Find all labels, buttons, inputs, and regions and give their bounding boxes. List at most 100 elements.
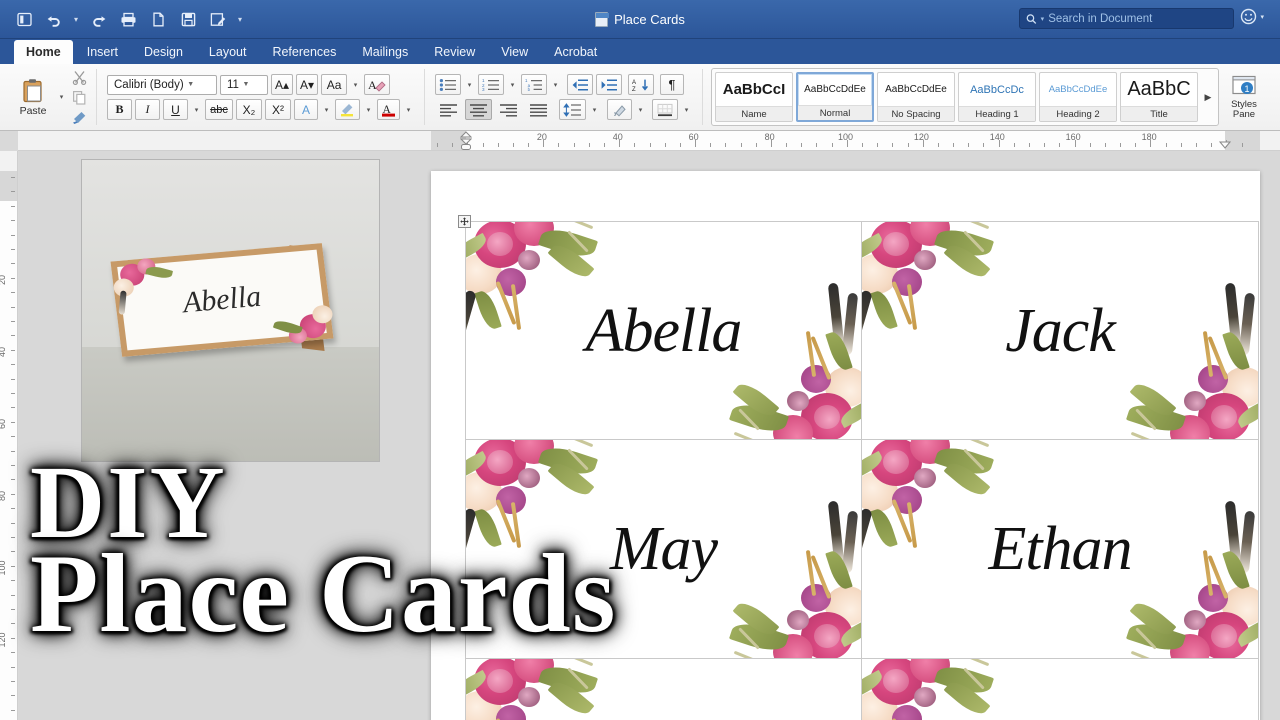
right-indent-marker[interactable] bbox=[1218, 136, 1232, 150]
tab-home[interactable]: Home bbox=[14, 40, 73, 64]
tab-layout[interactable]: Layout bbox=[197, 40, 259, 64]
superscript-button[interactable]: X² bbox=[265, 99, 291, 120]
tab-insert[interactable]: Insert bbox=[75, 40, 130, 64]
shading-caret[interactable]: ▾ bbox=[635, 106, 646, 114]
paste-button[interactable]: Paste bbox=[10, 78, 56, 117]
undo-dropdown-caret[interactable]: ▾ bbox=[70, 6, 82, 32]
text-effects-button[interactable]: A bbox=[294, 99, 318, 120]
cut-scissors-icon[interactable] bbox=[71, 69, 88, 86]
highlight-caret[interactable]: ▾ bbox=[363, 106, 374, 114]
style-item-title[interactable]: AaBbC Title bbox=[1120, 72, 1198, 122]
paste-dropdown-caret[interactable]: ▾ bbox=[56, 93, 67, 101]
place-card-cell[interactable]: Jack bbox=[862, 221, 1259, 440]
chevron-down-icon[interactable]: ▼ bbox=[184, 81, 198, 88]
subscript-button[interactable]: X₂ bbox=[236, 99, 262, 120]
underline-caret[interactable]: ▾ bbox=[191, 106, 202, 114]
redo-icon[interactable] bbox=[84, 6, 112, 32]
style-item-no-spacing[interactable]: AaBbCcDdEe No Spacing bbox=[877, 72, 955, 122]
save-icon[interactable] bbox=[174, 6, 202, 32]
justify-button[interactable] bbox=[525, 99, 552, 120]
style-item-heading-1[interactable]: AaBbCcDc Heading 1 bbox=[958, 72, 1036, 122]
document-page[interactable]: Abella Jack May Ethan bbox=[431, 171, 1260, 720]
italic-button[interactable]: I bbox=[135, 99, 160, 120]
table-move-handle-icon[interactable] bbox=[458, 215, 471, 228]
show-formatting-marks-button[interactable]: ¶ bbox=[660, 74, 684, 95]
help-feedback-button[interactable]: ▾ bbox=[1240, 8, 1264, 25]
tab-view[interactable]: View bbox=[489, 40, 540, 64]
vruler-tick bbox=[11, 695, 15, 696]
borders-button[interactable] bbox=[652, 99, 678, 120]
tab-acrobat[interactable]: Acrobat bbox=[542, 40, 609, 64]
horizontal-ruler[interactable]: 20 40 60 80 100 120 140 160 180 bbox=[18, 131, 1280, 151]
print-icon[interactable] bbox=[114, 6, 142, 32]
place-card-cell[interactable]: Ethan bbox=[862, 440, 1259, 659]
multilevel-list-button[interactable]: 1ab bbox=[521, 74, 547, 95]
highlight-button[interactable] bbox=[335, 99, 360, 120]
new-document-icon[interactable] bbox=[144, 6, 172, 32]
bullet-list-caret[interactable]: ▾ bbox=[464, 81, 475, 89]
place-cards-table[interactable]: Abella Jack May Ethan bbox=[465, 221, 1259, 720]
tab-design[interactable]: Design bbox=[132, 40, 195, 64]
line-spacing-button[interactable] bbox=[559, 99, 586, 120]
increase-indent-button[interactable] bbox=[596, 74, 622, 95]
place-card-cell[interactable] bbox=[465, 659, 862, 720]
font-color-caret[interactable]: ▾ bbox=[403, 106, 414, 114]
undo-icon[interactable] bbox=[40, 6, 68, 32]
borders-caret[interactable]: ▾ bbox=[681, 106, 692, 114]
font-size-combo[interactable]: 11 ▼ bbox=[220, 74, 268, 95]
bullet-list-button[interactable] bbox=[435, 74, 461, 95]
vertical-ruler[interactable]: 20 40 60 80 100 120 bbox=[0, 151, 18, 720]
place-card-name[interactable]: Abella bbox=[466, 300, 861, 362]
styles-pane-button[interactable]: 1 Styles Pane bbox=[1219, 68, 1269, 126]
shrink-font-button[interactable]: A▾ bbox=[296, 74, 319, 95]
numbered-list-button[interactable]: 123 bbox=[478, 74, 504, 95]
sort-button[interactable]: AZ bbox=[628, 74, 654, 95]
font-family-combo[interactable]: Calibri (Body) ▼ bbox=[107, 74, 217, 95]
place-card-cell[interactable] bbox=[862, 659, 1259, 720]
place-card-name[interactable]: May bbox=[466, 518, 861, 580]
chevron-down-icon[interactable]: ▼ bbox=[239, 81, 253, 88]
search-box[interactable]: ▾ bbox=[1019, 8, 1234, 29]
change-case-caret[interactable]: ▾ bbox=[350, 81, 361, 89]
place-card-cell[interactable]: Abella bbox=[465, 221, 862, 440]
copy-icon[interactable] bbox=[71, 89, 88, 106]
underline-button[interactable]: U bbox=[163, 99, 188, 120]
tab-mailings[interactable]: Mailings bbox=[350, 40, 420, 64]
line-spacing-caret[interactable]: ▾ bbox=[589, 106, 600, 114]
format-painter-icon[interactable] bbox=[71, 109, 88, 126]
align-left-button[interactable] bbox=[435, 99, 462, 120]
clear-formatting-button[interactable]: A bbox=[364, 74, 391, 95]
ribbon-toggle-icon[interactable] bbox=[10, 6, 38, 32]
styles-more-button[interactable]: ▶ bbox=[1201, 72, 1215, 122]
strikethrough-button[interactable]: abc bbox=[205, 99, 233, 120]
search-input[interactable] bbox=[1048, 12, 1227, 25]
font-color-button[interactable]: A bbox=[377, 99, 400, 120]
search-options-caret[interactable]: ▾ bbox=[1041, 15, 1045, 23]
style-item-normal[interactable]: AaBbCcDdEe Normal bbox=[796, 72, 874, 122]
ruler-tick bbox=[710, 143, 711, 147]
multilevel-list-caret[interactable]: ▾ bbox=[550, 81, 561, 89]
decrease-indent-button[interactable] bbox=[567, 74, 593, 95]
track-changes-icon[interactable] bbox=[204, 6, 232, 32]
vruler-tick bbox=[11, 422, 15, 423]
place-card-name[interactable]: Ethan bbox=[862, 518, 1258, 580]
tab-references[interactable]: References bbox=[260, 40, 348, 64]
help-caret-icon[interactable]: ▾ bbox=[1260, 13, 1264, 21]
customize-qat-caret[interactable]: ▾ bbox=[234, 6, 246, 32]
change-case-button[interactable]: Aa bbox=[321, 74, 348, 95]
place-card-name[interactable]: Jack bbox=[862, 300, 1258, 362]
grow-font-button[interactable]: A▴ bbox=[271, 74, 294, 95]
numbered-list-caret[interactable]: ▾ bbox=[507, 81, 518, 89]
place-card-cell[interactable]: May bbox=[465, 440, 862, 659]
bold-button[interactable]: B bbox=[107, 99, 132, 120]
style-item-name[interactable]: AaBbCcI Name bbox=[715, 72, 793, 122]
style-item-heading-2[interactable]: AaBbCcDdEe Heading 2 bbox=[1039, 72, 1117, 122]
svg-text:1: 1 bbox=[1244, 84, 1249, 94]
tab-review[interactable]: Review bbox=[422, 40, 487, 64]
text-effects-caret[interactable]: ▾ bbox=[321, 106, 332, 114]
align-right-button[interactable] bbox=[495, 99, 522, 120]
left-indent-marker[interactable] bbox=[459, 131, 473, 150]
vruler-tick bbox=[11, 667, 15, 668]
align-center-button[interactable] bbox=[465, 99, 492, 120]
shading-button[interactable] bbox=[607, 99, 632, 120]
